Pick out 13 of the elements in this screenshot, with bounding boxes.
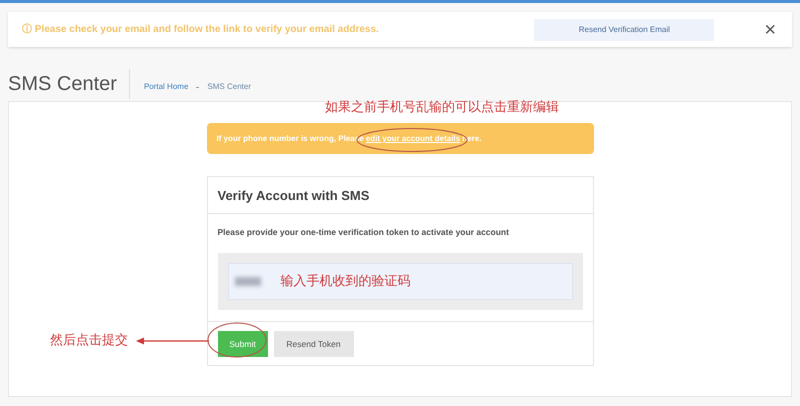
page-title: SMS Center — [8, 69, 130, 99]
annotation-text: 输入手机收到的验证码 — [280, 273, 410, 291]
instructions-text: Please provide your one-time verification token to activate your account — [216, 226, 510, 238]
resend-email-button[interactable]: Resend Verification Email — [534, 18, 714, 40]
card-title: Verify Account with SMS — [208, 177, 592, 214]
annotation-text: 然后点击提交 — [50, 332, 128, 350]
token-field[interactable]: 输入手机收到的验证码 — [228, 263, 572, 300]
submit-button[interactable]: Submit — [218, 331, 268, 358]
breadcrumb-link[interactable]: Portal Home — [144, 81, 188, 93]
annotation-text: 如果之前手机号乱输的可以点击重新编辑 — [325, 99, 559, 117]
alert-message: ⓘ Please check your email and follow the link to verify your email address. — [22, 22, 380, 37]
close-icon[interactable]: × — [764, 20, 776, 40]
resend-token-button[interactable]: Resend Token — [274, 331, 354, 358]
